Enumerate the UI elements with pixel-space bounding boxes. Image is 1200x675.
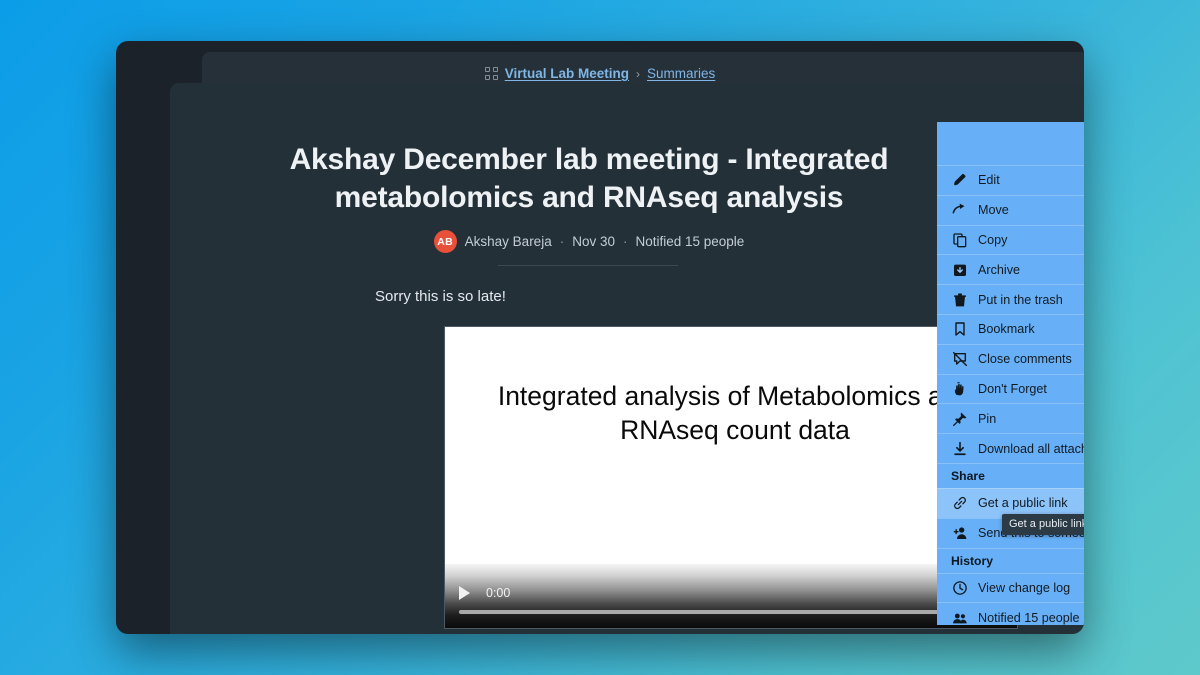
video-player[interactable]: Integrated analysis of Metabolomics and … — [444, 326, 1018, 629]
menu-item-label: Close comments — [978, 352, 1072, 367]
menu-item-download-all-attachments[interactable]: Download all attachments — [937, 433, 1084, 463]
menu-section-history: History — [937, 547, 1084, 573]
menu-item-archive[interactable]: Archive — [937, 254, 1084, 284]
byline-separator: · — [622, 234, 628, 249]
menu-item-bookmark[interactable]: Bookmark — [937, 313, 1084, 344]
menu-item-edit[interactable]: Edit — [937, 165, 1084, 195]
byline: AB Akshay Bareja · Nov 30 · Notified 15 … — [194, 230, 984, 253]
desktop-background: Virtual Lab Meeting › Summaries Akshay D… — [0, 0, 1200, 675]
play-icon[interactable] — [459, 586, 470, 600]
menu-item-pin[interactable]: Pin — [937, 403, 1084, 433]
context-menu-list: Edit Move Copy Archive Put in the trash Bookm… — [937, 165, 1084, 625]
title-divider — [498, 265, 678, 266]
byline-separator: · — [559, 234, 565, 249]
page-title: Akshay December lab meeting - Integrated… — [289, 143, 889, 214]
tooltip-get-public-link: Get a public link — [1002, 514, 1084, 535]
menu-item-close-comments[interactable]: Close comments — [937, 343, 1084, 374]
menu-item-label: Archive — [978, 262, 1020, 277]
menu-item-view-change-log[interactable]: View change log — [937, 572, 1084, 603]
people-icon — [951, 609, 968, 625]
menu-item-label: Pin — [978, 411, 997, 426]
menu-item-notified-15-people[interactable]: Notified 15 people — [937, 602, 1084, 625]
menu-item-move[interactable]: Move — [937, 194, 1084, 225]
menu-item-label: Bookmark — [978, 322, 1035, 337]
download-icon — [951, 440, 968, 457]
menu-item-label: Notified 15 people — [978, 610, 1080, 625]
person-add-icon — [951, 525, 968, 542]
video-slide-text: Integrated analysis of Metabolomics and … — [497, 381, 973, 446]
clock-icon — [951, 579, 968, 596]
author-name: Akshay Bareja — [464, 234, 552, 249]
video-current-time: 0:00 — [486, 586, 511, 600]
comment-off-icon — [951, 351, 968, 368]
menu-item-label: Get a public link — [978, 496, 1068, 511]
context-menu: Edit Move Copy Archive Put in the trash Bookm… — [937, 122, 1084, 625]
reminder-hand-icon — [951, 380, 968, 397]
post-body-text: Sorry this is so late! — [375, 288, 506, 305]
menu-item-label: Copy — [978, 232, 1008, 247]
breadcrumb-section-link[interactable]: Summaries — [647, 66, 715, 81]
breadcrumb-workspace-link[interactable]: Virtual Lab Meeting — [505, 66, 629, 81]
menu-item-label: Edit — [978, 173, 1000, 188]
pin-icon — [951, 410, 968, 427]
video-controls: 0:00 — [445, 564, 1017, 628]
menu-section-share: Share — [937, 462, 1084, 488]
menu-item-label: View change log — [978, 580, 1071, 595]
pencil-icon — [951, 172, 968, 189]
menu-item-copy[interactable]: Copy — [937, 224, 1084, 255]
menu-item-label: Put in the trash — [978, 292, 1063, 307]
context-menu-header — [937, 122, 1084, 165]
archive-icon — [951, 261, 968, 278]
app-window: Virtual Lab Meeting › Summaries Akshay D… — [116, 41, 1084, 634]
menu-item-label: Download all attachments — [978, 441, 1084, 456]
menu-item-label: Move — [978, 203, 1009, 218]
copy-icon — [951, 231, 968, 248]
curved-arrow-icon — [951, 202, 968, 219]
menu-item-don-t-forget[interactable]: Don't Forget — [937, 373, 1084, 404]
menu-item-put-in-the-trash[interactable]: Put in the trash — [937, 284, 1084, 314]
breadcrumb-separator-icon: › — [636, 66, 640, 81]
post-date: Nov 30 — [572, 234, 615, 249]
link-icon — [951, 495, 968, 512]
menu-item-label: Don't Forget — [978, 381, 1047, 396]
trash-icon — [951, 291, 968, 308]
breadcrumb: Virtual Lab Meeting › Summaries — [202, 66, 998, 81]
video-scrubber[interactable] — [459, 610, 1003, 614]
avatar: AB — [433, 230, 457, 253]
bookmark-icon — [951, 321, 968, 338]
notified-count: Notified 15 people — [635, 234, 745, 249]
grid-icon — [484, 67, 498, 80]
